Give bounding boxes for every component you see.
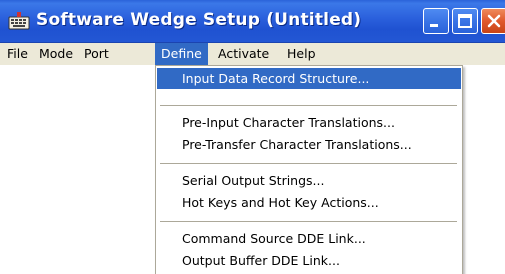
menu-port[interactable]: Port (84, 43, 109, 65)
keyboard-icon (8, 12, 30, 30)
menu-mode[interactable]: Mode (39, 43, 73, 65)
menu-item-label: Output Buffer DDE Link... (182, 253, 340, 268)
menu-separator (160, 221, 457, 222)
menu-file[interactable]: File (7, 43, 28, 65)
minimize-button[interactable] (423, 8, 449, 34)
menu-item-label: Command Source DDE Link... (182, 231, 366, 246)
minimize-icon (430, 24, 438, 27)
menu-activate[interactable]: Activate (218, 43, 269, 65)
menu-item-hot-keys-and-hot-key-actions[interactable]: Hot Keys and Hot Key Actions... (157, 192, 461, 213)
window-title: Software Wedge Setup (Untitled) (36, 10, 362, 30)
menu-bar: File Mode Port Define Activate Help (0, 43, 505, 65)
close-button[interactable] (481, 8, 505, 34)
menu-item-label: Pre-Transfer Character Translations... (182, 137, 412, 152)
menu-item-command-source-dde-link[interactable]: Command Source DDE Link... (157, 228, 461, 249)
menu-item-label: Pre-Input Character Translations... (182, 115, 395, 130)
menu-item-input-data-record-structure[interactable]: Input Data Record Structure... (157, 68, 461, 89)
menu-item-label: Input Data Record Structure... (182, 71, 370, 86)
application-window: Software Wedge Setup (Untitled) File Mod… (0, 0, 505, 274)
menu-help[interactable]: Help (287, 43, 316, 65)
menu-item-label: Hot Keys and Hot Key Actions... (182, 195, 379, 210)
menu-separator (160, 163, 457, 164)
title-bar[interactable]: Software Wedge Setup (Untitled) (0, 0, 505, 43)
close-icon (487, 14, 501, 28)
maximize-button[interactable] (452, 8, 478, 34)
menu-item-pre-input-character-translations[interactable]: Pre-Input Character Translations... (157, 112, 461, 133)
maximize-icon (458, 14, 472, 28)
menu-item-serial-output-strings[interactable]: Serial Output Strings... (157, 170, 461, 191)
menu-item-label: Serial Output Strings... (182, 173, 325, 188)
menu-item-pre-transfer-character-translations[interactable]: Pre-Transfer Character Translations... (157, 134, 461, 155)
define-dropdown-menu: Input Data Record Structure... Pre-Input… (155, 65, 463, 274)
menu-define[interactable]: Define (155, 43, 208, 65)
menu-separator (160, 105, 457, 106)
menu-item-output-buffer-dde-link[interactable]: Output Buffer DDE Link... (157, 250, 461, 271)
